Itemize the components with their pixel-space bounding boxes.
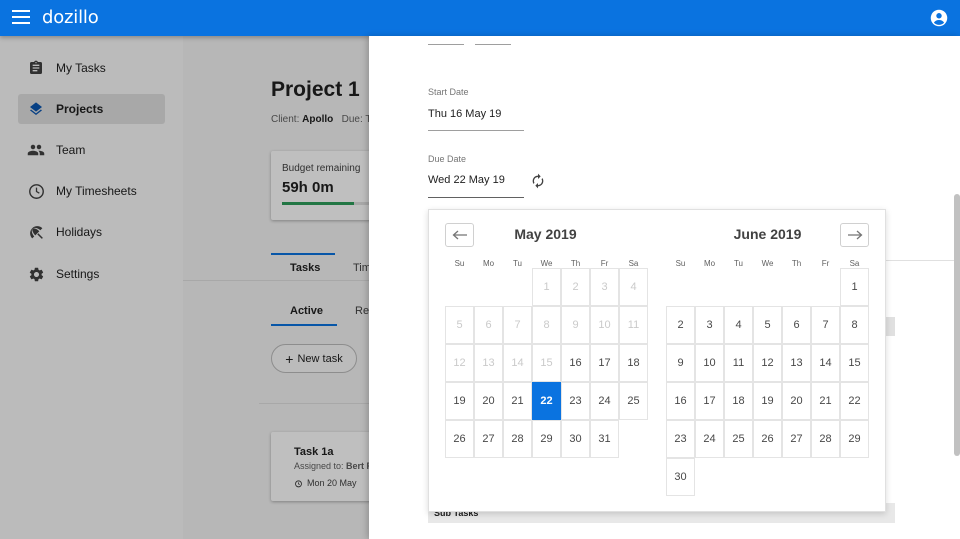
calendar-day: 12 <box>445 344 474 382</box>
weekday-header: We <box>761 259 774 268</box>
calendar-day[interactable]: 21 <box>503 382 532 420</box>
due-date-underline <box>428 197 524 198</box>
calendar-day[interactable]: 26 <box>753 420 782 458</box>
calendar-day[interactable]: 20 <box>782 382 811 420</box>
field-underline <box>428 44 464 45</box>
weekday-header: Fr <box>821 259 830 268</box>
calendar-day[interactable]: 23 <box>666 420 695 458</box>
calendar-day: 9 <box>561 306 590 344</box>
calendar-day[interactable]: 18 <box>724 382 753 420</box>
month-title-june: June 2019 <box>733 226 802 242</box>
account-icon[interactable] <box>930 9 948 27</box>
calendar-day[interactable]: 24 <box>695 420 724 458</box>
date-picker: May 2019 June 2019 Su Mo Tu We Th Fr Sa 1 2 3 4 5 6 7… <box>428 209 886 512</box>
calendar-day[interactable]: 6 <box>782 306 811 344</box>
weekday-header: Mo <box>703 259 716 268</box>
weekday-header: Th <box>570 259 581 268</box>
calendar-day[interactable]: 22 <box>840 382 869 420</box>
due-date-label: Due Date <box>428 154 467 164</box>
weekday-header: Mo <box>482 259 495 268</box>
calendar-day: 15 <box>532 344 561 382</box>
calendar-day[interactable]: 10 <box>695 344 724 382</box>
weekday-header: We <box>540 259 553 268</box>
calendar-day[interactable]: 25 <box>724 420 753 458</box>
calendar-day[interactable]: 31 <box>590 420 619 458</box>
calendar-day: 8 <box>532 306 561 344</box>
start-date-input[interactable]: Thu 16 May 19 <box>428 108 501 120</box>
weekday-header: Th <box>791 259 802 268</box>
calendar-day[interactable]: 30 <box>666 458 695 496</box>
calendar-day[interactable]: 13 <box>782 344 811 382</box>
scrollbar[interactable] <box>954 194 960 456</box>
calendar-day[interactable]: 4 <box>724 306 753 344</box>
calendar-day[interactable]: 11 <box>724 344 753 382</box>
calendar-day[interactable]: 19 <box>753 382 782 420</box>
calendar-day: 10 <box>590 306 619 344</box>
calendar-day[interactable]: 3 <box>695 306 724 344</box>
calendar-day[interactable]: 26 <box>445 420 474 458</box>
weekday-header: Tu <box>733 259 744 268</box>
weekday-header: Tu <box>512 259 523 268</box>
start-date-underline <box>428 130 524 131</box>
section-divider <box>885 260 960 261</box>
calendar-day: 2 <box>561 268 590 306</box>
calendar-day: 5 <box>445 306 474 344</box>
due-date-input[interactable]: Wed 22 May 19 <box>428 174 505 186</box>
calendar-day[interactable]: 19 <box>445 382 474 420</box>
calendar-day[interactable]: 17 <box>590 344 619 382</box>
field-underline <box>475 44 511 45</box>
calendar-day[interactable]: 28 <box>811 420 840 458</box>
calendar-day: 6 <box>474 306 503 344</box>
calendar-day[interactable]: 27 <box>782 420 811 458</box>
calendar-day[interactable]: 16 <box>666 382 695 420</box>
calendar-day[interactable]: 14 <box>811 344 840 382</box>
calendar-day[interactable]: 20 <box>474 382 503 420</box>
refresh-icon[interactable] <box>530 173 546 189</box>
calendar-day[interactable]: 30 <box>561 420 590 458</box>
calendar-day[interactable]: 25 <box>619 382 648 420</box>
weekday-header: Sa <box>849 259 860 268</box>
calendar-day[interactable]: 29 <box>840 420 869 458</box>
app-header: dozillo <box>0 0 960 36</box>
calendar-day[interactable]: 21 <box>811 382 840 420</box>
calendar-day[interactable]: 8 <box>840 306 869 344</box>
calendar-day: 4 <box>619 268 648 306</box>
month-title-may: May 2019 <box>514 226 577 242</box>
calendar-day: 3 <box>590 268 619 306</box>
weekday-header: Sa <box>628 259 639 268</box>
start-date-label: Start Date <box>428 87 469 97</box>
calendar-day[interactable]: 23 <box>561 382 590 420</box>
calendar-day[interactable]: 7 <box>811 306 840 344</box>
calendar-day[interactable]: 28 <box>503 420 532 458</box>
calendar-day[interactable]: 17 <box>695 382 724 420</box>
calendar-day: 13 <box>474 344 503 382</box>
calendar-day[interactable]: 1 <box>840 268 869 306</box>
calendar-day[interactable]: 9 <box>666 344 695 382</box>
weekday-header: Su <box>675 259 686 268</box>
calendar-day[interactable]: 24 <box>590 382 619 420</box>
modal-overlay[interactable] <box>0 36 369 539</box>
calendar-day[interactable]: 29 <box>532 420 561 458</box>
field-background <box>885 317 895 336</box>
calendar-day[interactable]: 16 <box>561 344 590 382</box>
calendar-day: 14 <box>503 344 532 382</box>
calendar-day[interactable]: 22 <box>532 382 561 420</box>
calendar-day[interactable]: 12 <box>753 344 782 382</box>
calendar-day: 11 <box>619 306 648 344</box>
calendar-day[interactable]: 15 <box>840 344 869 382</box>
calendar-day[interactable]: 5 <box>753 306 782 344</box>
weekday-header: Fr <box>600 259 609 268</box>
hamburger-menu-icon[interactable] <box>12 10 30 26</box>
calendar-day[interactable]: 27 <box>474 420 503 458</box>
calendar-day[interactable]: 18 <box>619 344 648 382</box>
calendar-day: 1 <box>532 268 561 306</box>
calendar-day[interactable]: 2 <box>666 306 695 344</box>
weekday-header: Su <box>454 259 465 268</box>
calendar-day: 7 <box>503 306 532 344</box>
app-logo[interactable]: dozillo <box>42 7 99 28</box>
